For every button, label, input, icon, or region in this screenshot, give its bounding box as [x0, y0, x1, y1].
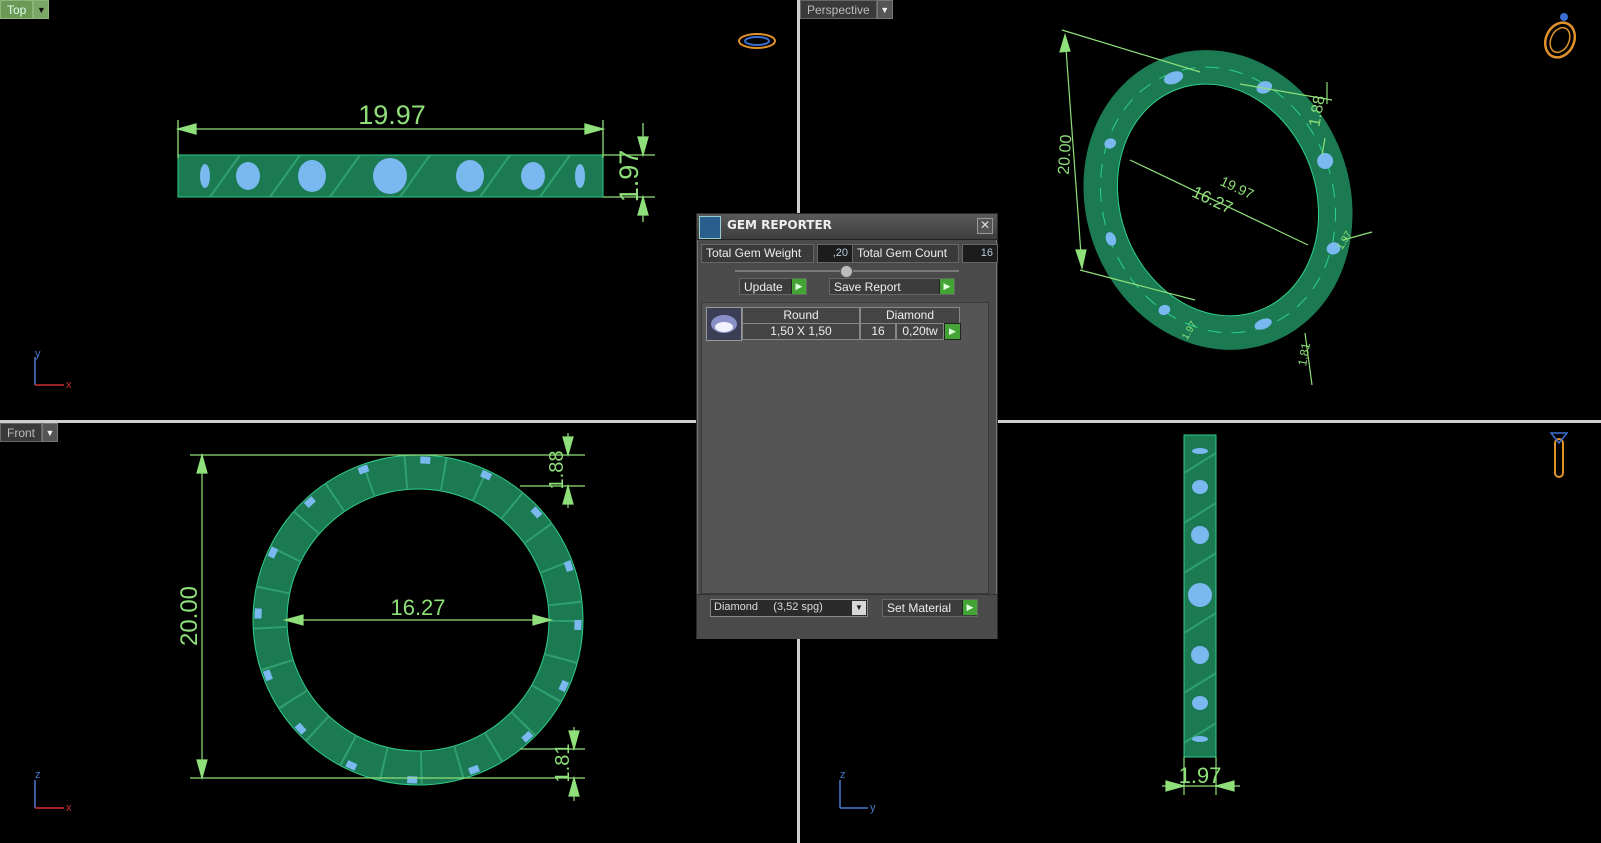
gem-material-header: Diamond [860, 307, 960, 324]
dimension-bottom: 1.81 [552, 744, 574, 783]
set-material-button[interactable]: Set Material ▶ [882, 599, 978, 617]
dimension-length: 19.97 [358, 100, 426, 130]
save-report-button[interactable]: Save Report ▶ [829, 278, 955, 295]
play-arrow-icon[interactable]: ▶ [944, 323, 961, 340]
dialog-slider-handle[interactable] [840, 265, 853, 278]
axis-icon [839, 780, 868, 809]
gem-weight: 0,20tw [896, 323, 944, 340]
gem-reporter-dialog: GEM REPORTER ✕ Total Gem Weight ,20 Tota… [696, 213, 998, 639]
axis-icon [34, 357, 64, 386]
dimension-top: 1.88 [546, 451, 568, 490]
gem-size: 1,50 X 1,50 [742, 323, 860, 340]
close-icon[interactable]: ✕ [977, 218, 993, 234]
gem-count: 16 [860, 323, 896, 340]
material-select[interactable]: Diamond (3,52 spg) ▼ [710, 599, 868, 617]
play-arrow-icon: ▶ [791, 279, 806, 294]
dimension-height: 1.97 [614, 150, 644, 203]
total-count-value: 16 [962, 244, 998, 263]
play-arrow-icon: ▶ [939, 279, 954, 294]
dimension-inner: 16.27 [390, 595, 445, 620]
dimension-outer: 20.00 [1056, 134, 1076, 175]
total-weight-label: Total Gem Weight [701, 244, 814, 263]
update-button-label: Update [744, 280, 783, 294]
dialog-title: GEM REPORTER [727, 218, 832, 232]
band-top-view [177, 154, 604, 198]
dimension-bottom: 1.81 [1295, 341, 1313, 367]
viewport-top[interactable]: Top ▼ 19.97 1.97 y x [0, 0, 797, 420]
axis-label-y: y [870, 802, 876, 814]
total-weight-value: ,20 [817, 244, 853, 263]
total-weight-field: Total Gem Weight ,20 [701, 244, 853, 263]
play-arrow-icon: ▶ [962, 600, 977, 615]
dimension-outer: 20.00 [176, 586, 203, 646]
viewport-front[interactable]: Front ▼ 20.00 16.27 1.88 1.81 z x [0, 423, 797, 843]
axis-label-x: x [66, 379, 72, 391]
gem-reporter-icon [699, 216, 721, 239]
axis-icon [34, 780, 64, 809]
save-report-button-label: Save Report [834, 280, 901, 294]
axis-label-y: y [35, 348, 41, 360]
band-side-view [1183, 434, 1217, 758]
axis-label-z: z [35, 769, 41, 781]
gem-thumbnail-icon [706, 307, 742, 341]
dimension-width: 1.97 [1179, 763, 1222, 788]
set-material-button-label: Set Material [887, 601, 952, 615]
nav-ring-icon[interactable] [1540, 13, 1581, 62]
gem-cut-header: Round [742, 307, 860, 324]
front-view-drawing: 20.00 16.27 1.88 1.81 z x [34, 433, 585, 814]
nav-ring-icon[interactable] [738, 33, 776, 49]
top-view-drawing: 19.97 1.97 y x [34, 33, 776, 391]
axis-label-x: x [66, 802, 72, 814]
total-count-label: Total Gem Count [852, 244, 959, 263]
dialog-titlebar[interactable]: GEM REPORTER ✕ [697, 214, 997, 240]
total-count-field: Total Gem Count 16 [852, 244, 998, 263]
gem-list-item[interactable]: Round Diamond 1,50 X 1,50 16 0,20tw ▶ [706, 307, 961, 341]
material-select-value: Diamond (3,52 spg) [714, 601, 823, 613]
dropdown-arrow-icon[interactable]: ▼ [852, 601, 866, 615]
gem-list[interactable]: Round Diamond 1,50 X 1,50 16 0,20tw ▶ [701, 302, 989, 594]
update-button[interactable]: Update ▶ [739, 278, 807, 295]
nav-ring-icon[interactable] [1549, 432, 1569, 478]
axis-label-z: z [840, 769, 846, 781]
